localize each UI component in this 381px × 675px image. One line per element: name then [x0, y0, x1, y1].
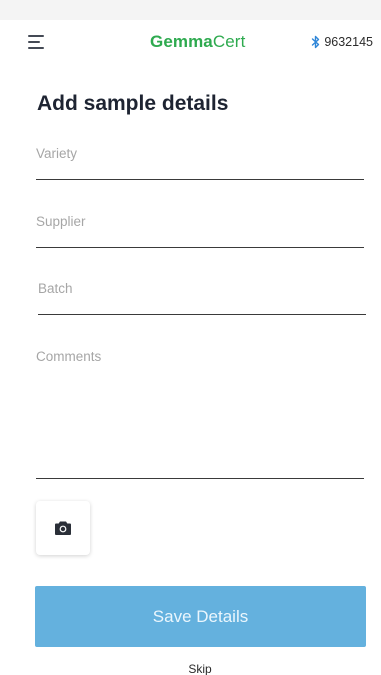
- comments-textarea[interactable]: [36, 349, 364, 469]
- device-connection[interactable]: 9632145: [311, 35, 373, 49]
- batch-field: [38, 281, 366, 315]
- status-bar: [0, 0, 381, 20]
- skip-link[interactable]: Skip: [0, 662, 381, 675]
- app-logo: GemmaCert: [150, 32, 245, 52]
- camera-button[interactable]: [36, 501, 90, 555]
- logo-bold-text: Gemma: [150, 32, 213, 51]
- app-header: GemmaCert 9632145: [0, 20, 381, 68]
- variety-input[interactable]: [36, 146, 364, 161]
- bluetooth-icon: [312, 35, 320, 49]
- supplier-field: [36, 214, 364, 248]
- variety-field: [36, 146, 364, 180]
- batch-input[interactable]: [38, 281, 366, 296]
- hamburger-menu-icon[interactable]: [28, 35, 46, 49]
- supplier-input[interactable]: [36, 214, 364, 229]
- page-title: Add sample details: [37, 92, 229, 115]
- comments-field: [36, 349, 364, 479]
- save-details-button[interactable]: Save Details: [35, 586, 366, 647]
- app-screen: GemmaCert 9632145 Add sample details Sav…: [0, 0, 381, 675]
- camera-icon: [55, 521, 71, 535]
- device-id: 9632145: [324, 35, 373, 49]
- logo-regular-text: Cert: [212, 32, 246, 51]
